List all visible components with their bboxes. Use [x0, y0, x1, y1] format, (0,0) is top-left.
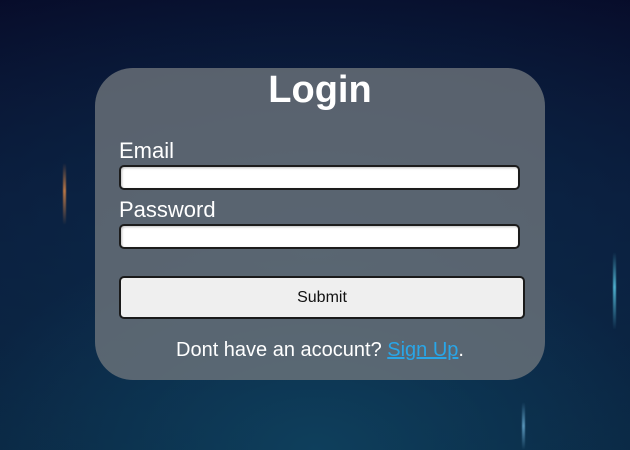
password-field[interactable]: [119, 224, 520, 249]
password-label: Password: [119, 197, 216, 222]
login-card: Login Email Password Submit Dont have an…: [95, 68, 545, 380]
email-field[interactable]: [119, 165, 520, 190]
light-streak-right: [613, 252, 616, 330]
email-label: Email: [119, 138, 175, 163]
signup-prompt-period: .: [458, 339, 464, 361]
submit-button[interactable]: Submit: [119, 276, 525, 319]
signup-prompt-text: Dont have an acocunt?: [176, 339, 388, 361]
light-streak-left: [63, 163, 66, 225]
sign-up-link[interactable]: Sign Up: [387, 339, 458, 361]
light-streak-bottom: [522, 402, 525, 450]
signup-prompt: Dont have an acocunt? Sign Up.: [95, 338, 545, 362]
login-title: Login: [268, 69, 372, 111]
